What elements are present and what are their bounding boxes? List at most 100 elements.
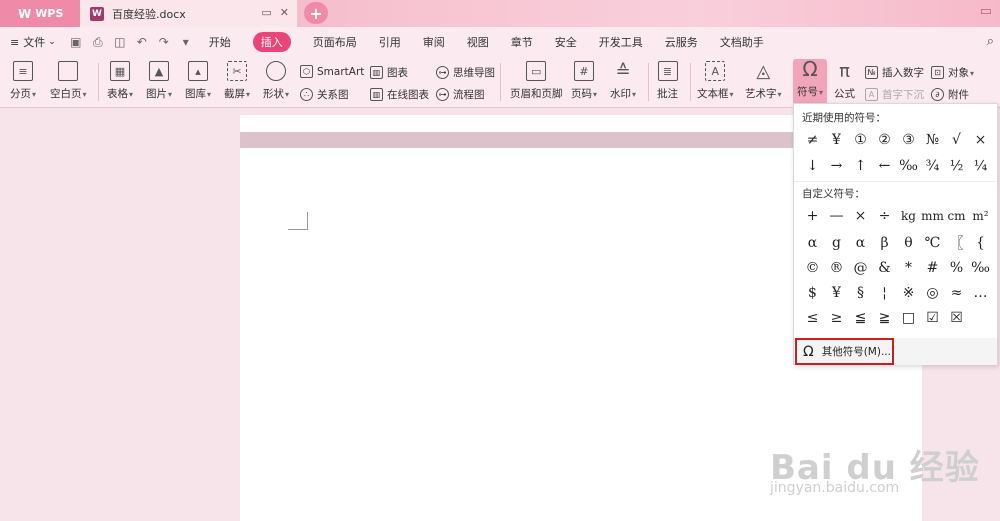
tab-references[interactable]: 引用 (379, 34, 401, 50)
redo-icon[interactable]: ↷ (157, 35, 171, 49)
equation-button[interactable]: π 公式 (834, 61, 855, 101)
table-button[interactable]: ▦ 表格 (107, 61, 133, 101)
tab-page-layout[interactable]: 页面布局 (313, 34, 357, 50)
symbol-item[interactable]: $ (801, 281, 825, 305)
wordart-button[interactable]: ◬ 艺术字 (745, 61, 782, 101)
smartart-button[interactable]: ⬡ SmartArt (300, 65, 364, 78)
tab-security[interactable]: 安全 (555, 34, 577, 50)
textbox-button[interactable]: A 文本框 (697, 61, 734, 101)
symbol-item[interactable]: □ (897, 306, 921, 330)
tab-developer[interactable]: 开发工具 (599, 34, 643, 50)
page-break-button[interactable]: ≡ 分页 (10, 61, 36, 101)
object-button[interactable]: ⊡ 对象 (931, 65, 974, 80)
symbol-item[interactable]: → (825, 154, 849, 178)
symbol-item[interactable]: ≦ (849, 306, 873, 330)
symbol-item[interactable]: ① (849, 128, 873, 152)
window-controls-icon[interactable]: ▭ (980, 4, 992, 19)
picture-button[interactable]: ▲ 图片 (146, 61, 172, 101)
comment-button[interactable]: ≣ 批注 (657, 61, 678, 101)
symbol-item[interactable]: α (849, 231, 873, 255)
insert-number-button[interactable]: № 插入数字 (865, 65, 924, 80)
symbol-item[interactable] (969, 306, 993, 330)
symbol-item[interactable]: { (969, 231, 993, 255)
symbol-item[interactable]: ② (873, 128, 897, 152)
symbol-item[interactable]: ≠ (801, 128, 825, 152)
customize-toolbar-icon[interactable]: ▾ (179, 35, 193, 49)
more-symbols-button[interactable]: Ω 其他符号(M)... (795, 338, 894, 365)
pin-window-icon[interactable]: ▭ (261, 6, 271, 19)
search-icon[interactable]: ⌕ (987, 34, 994, 49)
tab-review[interactable]: 审阅 (423, 34, 445, 50)
symbol-item[interactable]: ← (873, 154, 897, 178)
symbol-item[interactable]: ※ (897, 281, 921, 305)
gallery-button[interactable]: ▴ 图库 (185, 61, 211, 101)
symbol-item[interactable]: g (825, 231, 849, 255)
symbol-item[interactable]: ‰ (897, 154, 921, 178)
symbol-button[interactable]: Ω 符号 (793, 57, 828, 105)
symbol-item[interactable]: kg (897, 204, 921, 228)
symbol-item[interactable]: ® (825, 256, 849, 280)
symbol-item[interactable]: ¦ (873, 281, 897, 305)
symbol-item[interactable]: ¾ (921, 154, 945, 178)
symbol-item[interactable]: β (873, 231, 897, 255)
tab-view[interactable]: 视图 (467, 34, 489, 50)
symbol-item[interactable]: … (969, 281, 993, 305)
mindmap-button[interactable]: ⊶ 思维导图 (436, 65, 495, 80)
flowchart-button[interactable]: ⊶ 流程图 (436, 87, 485, 102)
symbol-item[interactable]: ↓ (801, 154, 825, 178)
symbol-item[interactable]: § (849, 281, 873, 305)
symbol-item[interactable]: × (969, 128, 993, 152)
symbol-item[interactable]: % (945, 256, 969, 280)
drop-cap-button[interactable]: A 首字下沉 (865, 87, 924, 102)
document-tab[interactable]: W 百度经验.docx ▭ ✕ (80, 0, 297, 27)
symbol-item[interactable]: ½ (945, 154, 969, 178)
symbol-item[interactable]: ☑ (921, 306, 945, 330)
close-tab-icon[interactable]: ✕ (280, 6, 289, 19)
symbol-item[interactable]: ¼ (969, 154, 993, 178)
symbol-item[interactable]: ‰ (969, 256, 993, 280)
symbol-item[interactable]: α (801, 231, 825, 255)
header-footer-button[interactable]: ▭ 页眉和页脚 (510, 61, 563, 101)
online-chart-button[interactable]: ▥ 在线图表 (370, 87, 429, 102)
symbol-item[interactable]: + (801, 204, 825, 228)
symbol-item[interactable]: — (825, 204, 849, 228)
shapes-button[interactable]: 形状 (263, 61, 289, 101)
undo-icon[interactable]: ↶ (135, 35, 149, 49)
symbol-item[interactable]: ☒ (945, 306, 969, 330)
tab-doc-assistant[interactable]: 文档助手 (720, 34, 764, 50)
symbol-item[interactable]: ③ (897, 128, 921, 152)
attachment-button[interactable]: ∂ 附件 (931, 87, 969, 102)
print-preview-icon[interactable]: ◫ (113, 35, 127, 49)
symbol-item[interactable]: ¥ (825, 281, 849, 305)
symbol-item[interactable]: * (897, 256, 921, 280)
symbol-item[interactable]: © (801, 256, 825, 280)
symbol-item[interactable]: θ (897, 231, 921, 255)
symbol-item[interactable]: № (921, 128, 945, 152)
symbol-item[interactable]: ≈ (945, 281, 969, 305)
print-icon[interactable]: ⎙ (91, 35, 105, 49)
tab-insert[interactable]: 插入 (252, 32, 291, 52)
symbol-item[interactable]: ÷ (873, 204, 897, 228)
symbol-item[interactable]: 〖 (945, 231, 969, 255)
symbol-item[interactable]: ≧ (873, 306, 897, 330)
watermark-button[interactable]: ≙ 水印 (610, 61, 636, 101)
symbol-item[interactable]: ≤ (801, 306, 825, 330)
save-icon[interactable]: ▣ (69, 35, 83, 49)
tab-chapter[interactable]: 章节 (511, 34, 533, 50)
symbol-item[interactable]: ℃ (921, 231, 945, 255)
screenshot-button[interactable]: ✂ 截屏 (224, 61, 250, 101)
symbol-item[interactable]: √ (945, 128, 969, 152)
symbol-item[interactable]: × (849, 204, 873, 228)
wps-home-tab[interactable]: W WPS (0, 0, 80, 27)
file-menu[interactable]: ≡ 文件 ⌄ (10, 34, 56, 50)
symbol-item[interactable]: ≥ (825, 306, 849, 330)
page-number-button[interactable]: # 页码 (571, 61, 597, 101)
symbol-item[interactable]: @ (849, 256, 873, 280)
blank-page-button[interactable]: 空白页 (50, 61, 87, 101)
symbol-item[interactable]: m² (969, 204, 993, 228)
new-tab-button[interactable]: + (304, 2, 328, 24)
symbol-item[interactable]: ◎ (921, 281, 945, 305)
tab-home[interactable]: 开始 (209, 34, 231, 50)
symbol-item[interactable]: mm (921, 204, 945, 228)
symbol-item[interactable]: ¥ (825, 128, 849, 152)
